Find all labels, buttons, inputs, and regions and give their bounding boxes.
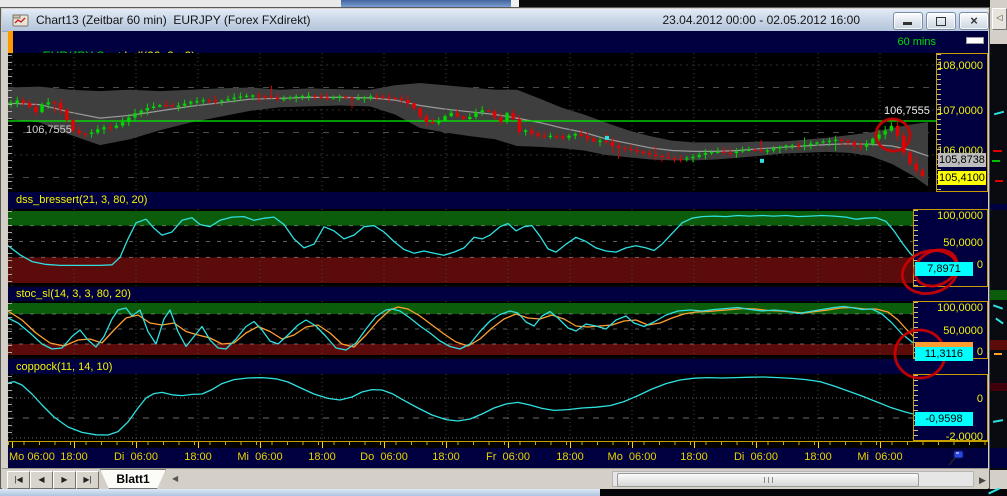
time-label: 18:00 <box>680 451 708 463</box>
coppock-label: coppock(11, 14, 10) <box>16 361 113 373</box>
scrollbar-thumb[interactable] <box>617 473 919 487</box>
sheet-next-button[interactable]: ▶ <box>53 471 76 489</box>
window-date-range: 23.04.2012 00:00 - 02.05.2012 16:00 <box>662 13 860 27</box>
time-tick-strip <box>8 441 988 448</box>
time-label: Mi 06:00 <box>857 451 903 463</box>
time-label: Fr 06:00 <box>485 451 531 463</box>
close-button[interactable]: × <box>959 12 989 30</box>
pushpin-icon[interactable] <box>946 449 966 467</box>
time-label: 18:00 <box>432 451 460 463</box>
active-panel-marker <box>8 31 13 53</box>
hline-label-right: 106,7555 <box>884 105 930 117</box>
time-label: 18:00 <box>556 451 584 463</box>
time-label: Di 06:00 <box>113 451 159 463</box>
screen: Chart13 (Zeitbar 60 min) EURJPY (Forex F… <box>0 0 1007 496</box>
dss-axis: 7,8971 100,0000 50,0000 0 <box>913 209 988 287</box>
coppock-panel-header: coppock(11, 14, 10) <box>8 359 988 374</box>
sheet-bar: |◀ ◀ ▶ ▶| Blatt1 ◀ ▶ <box>2 468 988 490</box>
axis-label: 107,0000 <box>937 105 983 117</box>
price-axis: 105,8738 105,4100 108,0000 107,0000 106,00… <box>936 53 988 192</box>
scroll-right-icon[interactable]: ▶ <box>979 475 986 486</box>
axis-label: 0 <box>976 259 983 271</box>
axis-label: 50,0000 <box>943 325 983 337</box>
window-title: Chart13 (Zeitbar 60 min) EURJPY (Forex F… <box>36 13 311 27</box>
sheet-tab-blatt1[interactable]: Blatt1 <box>100 469 166 489</box>
dss-panel-header: dss_bressert(21, 3, 80, 20) <box>8 192 988 209</box>
horizontal-scrollbar[interactable]: ▶ <box>612 471 986 487</box>
price-panel-header: EUR/JPY Spot boll(20, 2, -2) 60 mins <box>8 31 988 63</box>
price-left-ticks <box>8 55 12 190</box>
time-label: 18:00 <box>804 451 832 463</box>
time-label: 18:00 <box>184 451 212 463</box>
time-label: Do 06:00 <box>360 451 408 463</box>
background-bottom-fragment <box>0 487 1007 496</box>
chart-window-icon <box>12 14 29 27</box>
axis-label: 0 <box>976 393 983 405</box>
restore-icon <box>936 17 946 26</box>
stoc-chart[interactable] <box>8 301 913 359</box>
stoc-panel-header: stoc_sl(14, 3, 3, 80, 20) <box>8 287 988 301</box>
time-axis: Mo 06:00 18:00 Di 06:00 18:00 Mi 06:00 18:00 D… <box>8 448 988 468</box>
hline-label-left: 106,7555 <box>26 124 72 136</box>
window-titlebar[interactable]: Chart13 (Zeitbar 60 min) EURJPY (Forex F… <box>2 9 989 32</box>
tab-scroll-left-icon[interactable]: ◀ <box>172 474 178 483</box>
axis-label: 100,0000 <box>937 210 983 222</box>
axis-label: 50,0000 <box>943 237 983 249</box>
time-label: 18:00 <box>308 451 336 463</box>
close-icon: × <box>970 13 978 28</box>
chart-window: Chart13 (Zeitbar 60 min) EURJPY (Forex F… <box>0 0 1007 496</box>
sheet-prev-button[interactable]: ◀ <box>30 471 53 489</box>
time-label: 18:00 <box>60 451 88 463</box>
time-label: Di 06:00 <box>733 451 779 463</box>
price-badge-gray: 105,8738 <box>938 153 986 167</box>
price-chart[interactable] <box>8 53 936 192</box>
stoc-badge-cyan: 11,3116 <box>915 347 973 361</box>
background-window-right-fragment: ◁ <box>990 0 1007 496</box>
dss-chart[interactable] <box>8 209 913 287</box>
price-badge-yellow: 105,4100 <box>938 171 986 185</box>
time-label: Mo 06:00 <box>607 451 657 463</box>
minimize-button[interactable] <box>893 12 923 30</box>
mini-scrollbar[interactable] <box>966 37 984 44</box>
sheet-first-button[interactable]: |◀ <box>7 471 30 489</box>
time-label: Mi 06:00 <box>237 451 283 463</box>
stoc-axis: 11,3116 100,0000 50,0000 0 <box>913 301 988 361</box>
time-label: Mo 06:00 <box>9 451 55 463</box>
axis-label: 100,0000 <box>937 302 983 314</box>
sheet-last-button[interactable]: ▶| <box>76 471 99 489</box>
restore-button[interactable] <box>926 12 956 30</box>
dss-label: dss_bressert(21, 3, 80, 20) <box>16 194 148 206</box>
stoc-label: stoc_sl(14, 3, 3, 80, 20) <box>16 288 131 300</box>
coppock-badge: -0,9598 <box>915 412 973 426</box>
coppock-axis: -0,9598 0 -2,0000 <box>913 374 988 443</box>
coppock-chart[interactable] <box>8 374 913 441</box>
background-window-button: ◁ <box>992 8 1007 30</box>
axis-label: 0 <box>976 346 983 358</box>
dss-badge: 7,8971 <box>915 262 973 276</box>
axis-label: 108,0000 <box>937 60 983 72</box>
minimize-icon <box>903 22 912 25</box>
timeframe-label: 60 mins <box>897 36 936 48</box>
